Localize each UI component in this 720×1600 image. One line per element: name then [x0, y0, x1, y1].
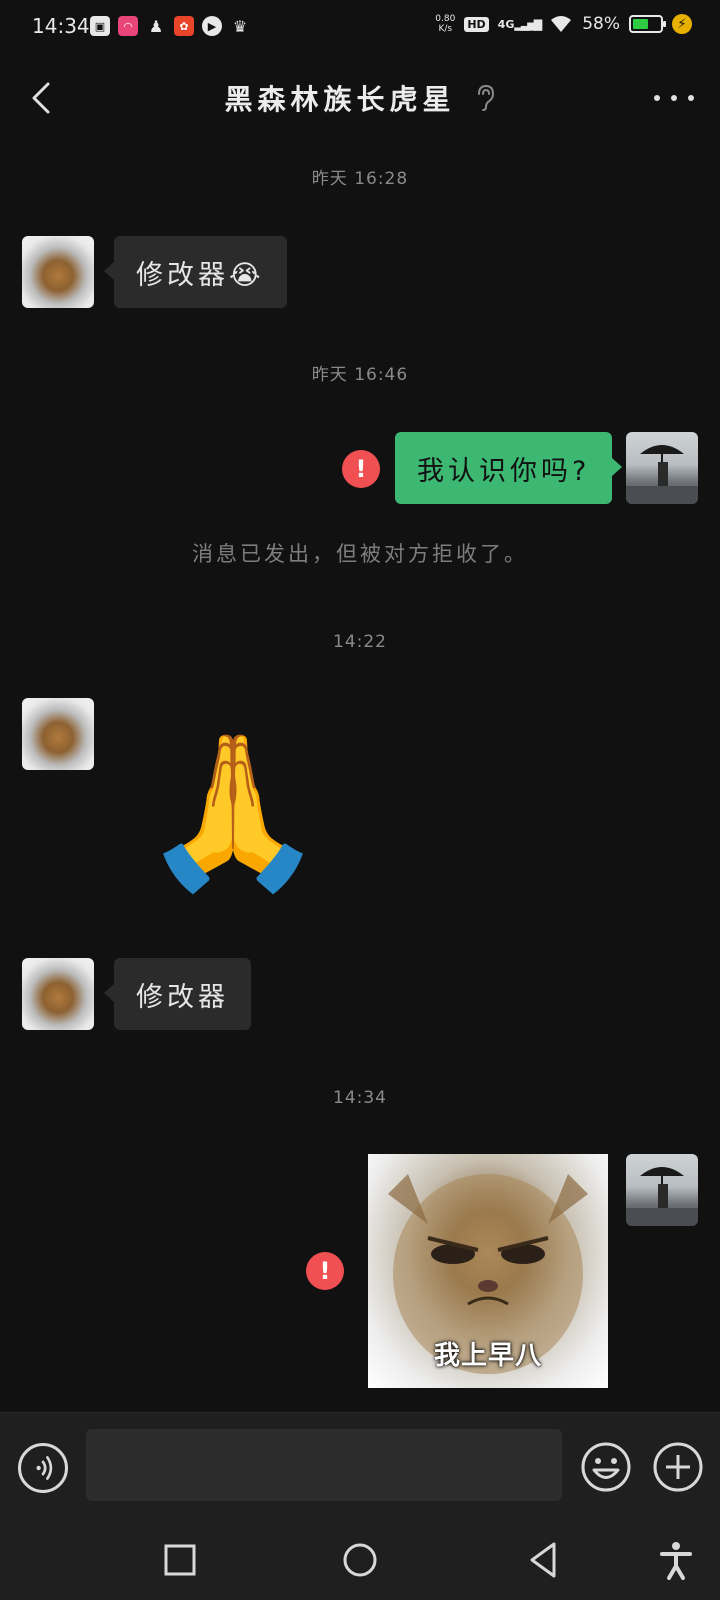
back-nav-icon[interactable]: [522, 1538, 566, 1582]
system-nav-bar: [0, 1520, 720, 1600]
message-bubble-incoming[interactable]: 修改器😭: [104, 236, 287, 308]
more-dot: [671, 95, 677, 101]
accessibility-icon[interactable]: [654, 1538, 698, 1582]
chat-header: 黑森林族长虎星: [0, 60, 720, 136]
message-bubble-outgoing[interactable]: 我认识你吗?: [395, 432, 623, 504]
status-app-icons: ▣ ◠ ♟ ✿ ▶ ♛: [90, 16, 250, 36]
contact-avatar[interactable]: [22, 698, 94, 770]
network-type: 4G▂▃▅▇: [497, 17, 543, 31]
message-bubble-incoming[interactable]: 修改器: [104, 958, 251, 1030]
timestamp: 14:34: [333, 1088, 387, 1108]
hd-badge: HD: [464, 16, 489, 32]
battery-percent: 58%: [582, 14, 620, 34]
crown-icon: ♛: [232, 16, 248, 36]
more-options-icon[interactable]: [654, 84, 694, 112]
send-failed-icon[interactable]: !: [306, 1252, 344, 1290]
charging-icon: ⚡: [672, 14, 692, 34]
contact-avatar[interactable]: [22, 958, 94, 1030]
emoji-icon[interactable]: [580, 1441, 632, 1493]
timestamp: 昨天 16:28: [311, 169, 409, 189]
recents-icon[interactable]: [158, 1538, 202, 1582]
title-wrap: 黑森林族长虎星: [0, 78, 720, 118]
input-bar: [0, 1412, 720, 1520]
more-dot: [654, 95, 660, 101]
home-icon[interactable]: [338, 1538, 382, 1582]
sticker-caption: 我上早八: [433, 1341, 542, 1371]
status-time: 14:34: [32, 14, 90, 38]
more-functions-icon[interactable]: [652, 1441, 704, 1493]
umbrella-figure-icon: [626, 445, 698, 504]
my-avatar[interactable]: [626, 1154, 698, 1226]
weibo-icon: ◠: [118, 16, 138, 36]
message-input[interactable]: [86, 1429, 562, 1501]
system-notice: 消息已发出，但被对方拒收了。: [192, 542, 528, 566]
qq-icon: ♟: [148, 16, 164, 36]
wifi-icon: [551, 16, 572, 32]
status-indicators: 0.80 K/s HD 4G▂▃▅▇ 58% ⚡: [435, 14, 692, 34]
contact-avatar[interactable]: [22, 236, 94, 308]
play-icon: ▶: [202, 16, 222, 36]
my-avatar[interactable]: [626, 432, 698, 504]
gallery-icon: ▣: [90, 16, 110, 36]
message-sticker-outgoing[interactable]: 我上早八: [368, 1154, 608, 1388]
send-failed-icon[interactable]: !: [342, 450, 380, 488]
umbrella-figure-icon: [626, 1167, 698, 1226]
signal-icon: ▂▃▅▇: [514, 17, 542, 31]
timestamp: 14:22: [333, 632, 387, 652]
message-emoji-incoming[interactable]: 🙏: [140, 722, 327, 902]
timestamp: 昨天 16:46: [311, 365, 409, 385]
status-bar: 14:34 ▣ ◠ ♟ ✿ ▶ ♛ 0.80 K/s HD 4G▂▃▅▇ 58%…: [0, 0, 720, 56]
network-type-label: 4G: [497, 17, 515, 31]
more-dot: [688, 95, 694, 101]
network-speed-unit: K/s: [438, 24, 453, 34]
battery-icon: [629, 15, 666, 33]
battery-fill: [633, 19, 649, 29]
network-speed: 0.80 K/s: [435, 14, 455, 34]
pinduoduo-icon: ✿: [174, 16, 194, 36]
ear-icon: [477, 84, 494, 111]
voice-input-icon[interactable]: [18, 1443, 68, 1493]
network-speed-value: 0.80: [435, 14, 456, 24]
chat-title: 黑森林族长虎星: [224, 83, 456, 116]
